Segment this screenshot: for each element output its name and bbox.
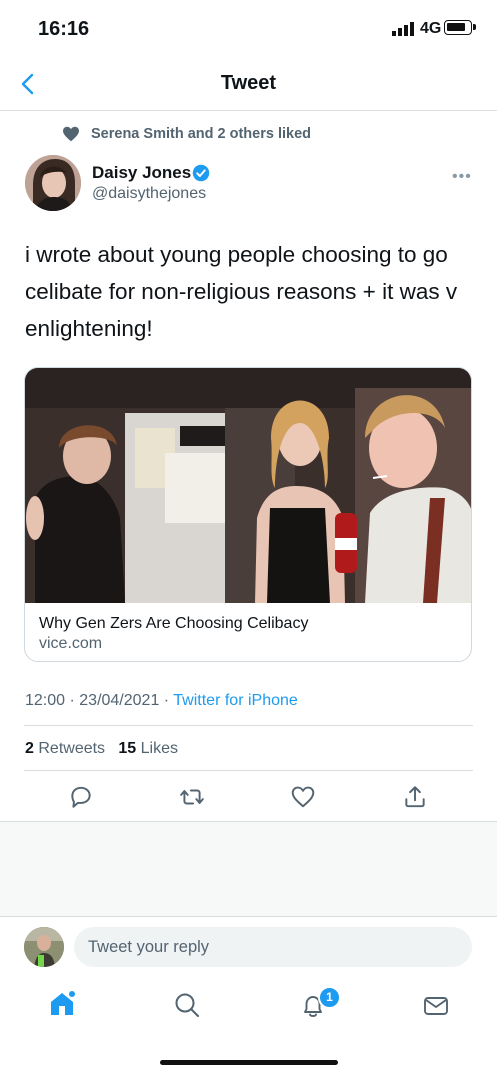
retweet-icon[interactable]	[179, 784, 205, 810]
card-domain: vice.com	[39, 635, 103, 652]
divider	[24, 770, 473, 771]
battery-icon	[444, 20, 476, 35]
header-divider	[0, 110, 497, 111]
verified-badge-icon	[192, 164, 210, 182]
likes-label: Likes	[140, 740, 179, 757]
share-icon[interactable]	[402, 784, 428, 810]
retweets-label: Retweets	[38, 740, 106, 757]
retweets-count: 2	[25, 740, 34, 757]
tweet-meta: 12:00 · 23/04/2021 · Twitter for iPhone	[25, 692, 298, 709]
reply-icon[interactable]	[68, 784, 94, 810]
tweet-text: i wrote about young people choosing to g…	[25, 242, 458, 341]
notifications-badge: 1	[318, 986, 341, 1009]
home-icon[interactable]	[48, 990, 76, 1018]
likes-count: 15	[118, 740, 137, 757]
author-name[interactable]: Daisy Jones	[92, 163, 191, 183]
page-title: Tweet	[220, 72, 277, 94]
search-icon[interactable]	[173, 991, 201, 1019]
empty-replies-area	[0, 822, 497, 916]
author-avatar[interactable]	[25, 155, 81, 211]
likes-stat[interactable]: 15 Likes	[118, 740, 178, 757]
messages-icon[interactable]	[422, 992, 450, 1020]
user-avatar[interactable]	[24, 927, 64, 967]
retweets-stat[interactable]: 2 Retweets	[25, 740, 105, 757]
social-context[interactable]: Serena Smith and 2 others liked	[91, 126, 311, 142]
card-title: Why Gen Zers Are Choosing Celibacy	[39, 615, 309, 632]
card-image	[25, 368, 471, 603]
network-type: 4G	[420, 20, 442, 37]
tweet-stats: 2 Retweets 15 Likes	[25, 740, 178, 758]
like-icon[interactable]	[290, 784, 316, 810]
author-handle[interactable]: @daisythejones	[92, 185, 206, 203]
divider	[0, 916, 497, 917]
home-indicator	[160, 1060, 338, 1065]
link-card[interactable]: Why Gen Zers Are Choosing Celibacy vice.…	[24, 367, 472, 662]
divider	[24, 725, 473, 726]
status-time: 16:16	[38, 18, 90, 40]
reply-input[interactable]: Tweet your reply	[74, 927, 472, 967]
signal-icon	[392, 22, 414, 36]
tweet-source[interactable]: Twitter for iPhone	[173, 692, 298, 709]
back-arrow-icon[interactable]	[18, 72, 40, 96]
heart-icon	[63, 126, 79, 142]
tweet-time: 12:00	[25, 692, 66, 709]
tweet-date: 23/04/2021	[79, 692, 160, 709]
more-options-icon[interactable]: •••	[452, 168, 472, 186]
